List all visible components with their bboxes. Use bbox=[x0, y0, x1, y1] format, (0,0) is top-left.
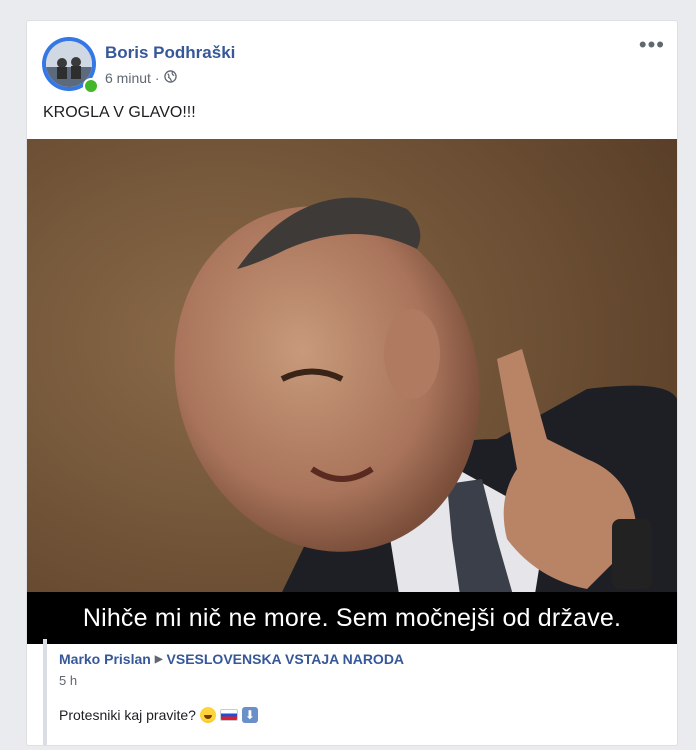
globe-icon[interactable] bbox=[163, 70, 177, 86]
triangle-right-icon: ▶ bbox=[154, 653, 163, 665]
online-status-dot bbox=[83, 78, 99, 94]
shared-post-time[interactable]: 5 h bbox=[59, 673, 77, 688]
slovenia-flag-icon bbox=[219, 709, 238, 721]
shared-author[interactable]: Marko Prislan bbox=[59, 651, 151, 667]
down-arrow-icon: ⬇ bbox=[241, 707, 258, 723]
more-options-button[interactable]: ••• bbox=[639, 34, 665, 56]
avatar[interactable] bbox=[42, 37, 99, 94]
post-text: KROGLA V GLAVO!!! bbox=[43, 104, 196, 121]
post-time[interactable]: 6 minut bbox=[105, 70, 151, 86]
shared-post-text: Protesniki kaj pravite? bbox=[59, 707, 196, 723]
post-photo[interactable]: Nihče mi nič ne more. Sem močnejši od dr… bbox=[27, 139, 677, 644]
meta-separator: · bbox=[154, 70, 160, 86]
shared-post[interactable]: Marko Prislan ▶ VSESLOVENSKA VSTAJA NARO… bbox=[43, 639, 663, 745]
photo-caption-bar: Nihče mi nič ne more. Sem močnejši od dr… bbox=[27, 592, 677, 644]
shared-post-header: Marko Prislan ▶ VSESLOVENSKA VSTAJA NARO… bbox=[59, 651, 404, 667]
photo-caption: Nihče mi nič ne more. Sem močnejši od dr… bbox=[82, 603, 622, 632]
author-name[interactable]: Boris Podhraški bbox=[105, 43, 235, 63]
post-meta: 6 minut · bbox=[105, 70, 177, 86]
facebook-post: Boris Podhraški 6 minut · ••• KROGLA V G… bbox=[26, 20, 678, 746]
laughing-emoji-icon bbox=[199, 707, 216, 723]
shared-post-text-row: Protesniki kaj pravite? ⬇ bbox=[59, 707, 258, 723]
photo-illustration bbox=[27, 139, 677, 644]
shared-group[interactable]: VSESLOVENSKA VSTAJA NARODA bbox=[167, 651, 405, 667]
